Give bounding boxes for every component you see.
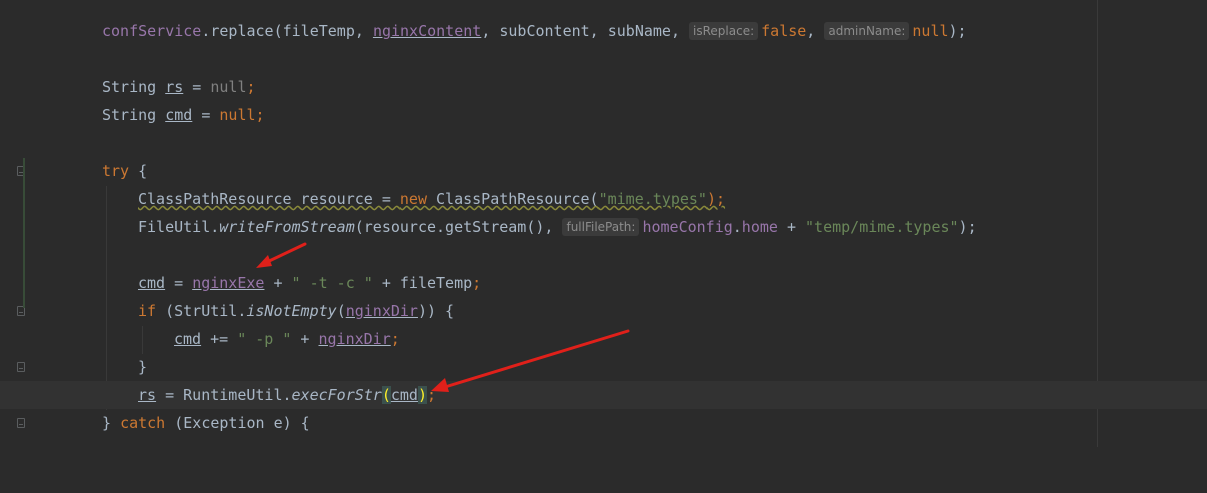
- token: ;: [472, 274, 482, 292]
- token: +: [291, 330, 319, 348]
- code-line[interactable]: if (StrUtil.isNotEmpty(nginxDir)) {: [0, 297, 1207, 325]
- code-line[interactable]: ClassPathResource resource = new ClassPa…: [0, 185, 1207, 213]
- token-keyword: null: [210, 78, 247, 96]
- token: +: [264, 274, 292, 292]
- token-variable: rs: [165, 78, 184, 96]
- code-line-partial: [0, 437, 1207, 465]
- code-line[interactable]: cmd += " -p " + nginxDir;: [0, 325, 1207, 353]
- token: .: [732, 218, 742, 236]
- token-field: nginxDir: [318, 330, 391, 348]
- token: +=: [201, 330, 238, 348]
- param-hint-isreplace: isReplace:: [689, 22, 759, 40]
- token: }: [138, 358, 148, 376]
- token: {: [129, 162, 148, 180]
- token: ;: [246, 78, 256, 96]
- token: (resource.getStream(),: [354, 218, 563, 236]
- token-variable: cmd: [165, 106, 193, 124]
- code-line[interactable]: } catch (Exception e) {: [0, 409, 1207, 437]
- token-string: "mime.types": [598, 190, 707, 208]
- token: =: [183, 78, 211, 96]
- token: + fileTemp: [372, 274, 473, 292]
- code-line[interactable]: try {: [0, 157, 1207, 185]
- token: (: [336, 302, 346, 320]
- token: ;: [255, 106, 265, 124]
- token: );: [706, 190, 726, 208]
- code-line[interactable]: confService.replace(fileTemp, nginxConte…: [0, 17, 1207, 45]
- token: )) {: [417, 302, 455, 320]
- param-hint-adminname: adminName:: [824, 22, 910, 40]
- token: , subContent, subName,: [481, 22, 690, 40]
- token: +: [777, 218, 806, 236]
- code-line[interactable]: FileUtil.writeFromStream(resource.getStr…: [0, 213, 1207, 241]
- token-variable: cmd: [138, 274, 166, 292]
- token-variable: cmd: [174, 330, 202, 348]
- token: ;: [390, 330, 400, 348]
- token: ClassPathResource resource =: [138, 190, 400, 208]
- token: String: [102, 78, 166, 96]
- token: String: [102, 106, 166, 124]
- token-string: "temp/mime.types": [805, 218, 959, 236]
- code-line-current[interactable]: rs = RuntimeUtil.execForStr(cmd);: [0, 381, 1207, 409]
- token: (Exception e) {: [165, 414, 310, 432]
- token-paren-match: ): [417, 386, 427, 404]
- token-variable: rs: [138, 386, 157, 404]
- token-keyword: if: [138, 302, 157, 320]
- code-line[interactable]: String cmd = null;: [0, 101, 1207, 129]
- token-field: nginxExe: [192, 274, 265, 292]
- token-field: confService: [102, 22, 202, 40]
- token: );: [948, 22, 967, 40]
- token-static-method: execForStr: [291, 386, 382, 404]
- token: =: [165, 274, 193, 292]
- token-static-method: isNotEmpty: [246, 302, 337, 320]
- token-keyword: null: [912, 22, 949, 40]
- code-editor[interactable]: confService.replace(fileTemp, nginxConte…: [0, 0, 1207, 447]
- token: .replace(fileTemp,: [201, 22, 373, 40]
- token-keyword: new: [399, 190, 427, 208]
- param-hint-fullfilepath: fullFilePath:: [562, 218, 640, 236]
- token-field: homeConfig: [642, 218, 733, 236]
- token: = RuntimeUtil.: [156, 386, 292, 404]
- token-variable: cmd: [390, 386, 418, 404]
- token-paren-match: (: [381, 386, 391, 404]
- token: );: [958, 218, 977, 236]
- token-keyword: catch: [120, 414, 166, 432]
- token-string: " -p ": [237, 330, 292, 348]
- arrow-annotation: [256, 242, 307, 268]
- token-field: home: [741, 218, 778, 236]
- token-field: nginxContent: [372, 22, 482, 40]
- token-keyword: false: [761, 22, 807, 40]
- token: }: [102, 414, 121, 432]
- token: (StrUtil.: [156, 302, 247, 320]
- token: ;: [427, 386, 437, 404]
- token-field: nginxDir: [345, 302, 418, 320]
- token-string: " -t -c ": [291, 274, 373, 292]
- token: FileUtil.: [138, 218, 220, 236]
- code-line[interactable]: String rs = null;: [0, 73, 1207, 101]
- token: ,: [806, 22, 825, 40]
- code-line[interactable]: }: [0, 353, 1207, 381]
- token: =: [192, 106, 220, 124]
- token-static-method: writeFromStream: [219, 218, 355, 236]
- token-keyword: null: [219, 106, 256, 124]
- token-keyword: try: [102, 162, 130, 180]
- code-line[interactable]: cmd = nginxExe + " -t -c " + fileTemp;: [0, 269, 1207, 297]
- token: ClassPathResource(: [427, 190, 599, 208]
